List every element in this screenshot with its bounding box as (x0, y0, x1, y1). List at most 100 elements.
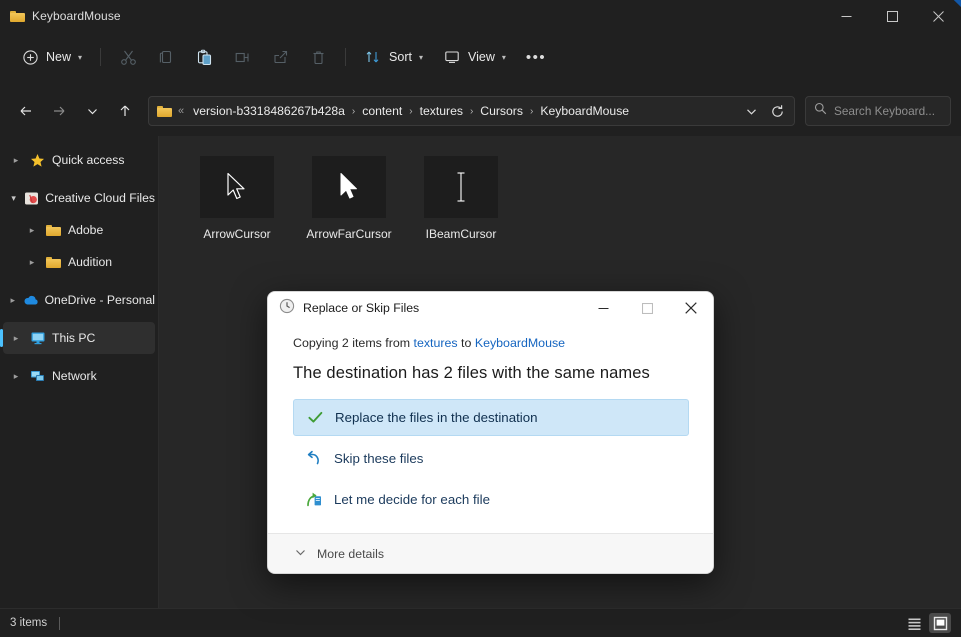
recent-locations-button[interactable] (76, 96, 108, 126)
breadcrumb-item-3[interactable]: Cursors (476, 101, 527, 121)
sidebar-item-this-pc[interactable]: ▸ This PC (0, 322, 155, 354)
ibeam-cursor-icon (457, 172, 465, 202)
status-divider (59, 616, 61, 630)
chevron-right-icon[interactable]: ▸ (9, 295, 17, 306)
close-button[interactable] (915, 0, 961, 32)
cut-button[interactable] (110, 41, 146, 73)
dialog-subtitle: Copying 2 items from textures to Keyboar… (293, 336, 689, 350)
sidebar-item-label: OneDrive - Personal (44, 293, 155, 307)
sidebar-item-creative-cloud-files[interactable]: ▾ Creative Cloud Files (3, 182, 155, 214)
new-button[interactable]: New ▾ (12, 41, 91, 73)
onedrive-cloud-icon (23, 292, 39, 308)
breadcrumb-item-4[interactable]: KeyboardMouse (536, 101, 633, 121)
folder-icon (157, 105, 172, 117)
breadcrumb-separator: › (409, 105, 413, 117)
title-bar-left: KeyboardMouse (0, 9, 121, 23)
command-bar: New ▾ Sort ▾ View ▾ ••• (0, 36, 961, 78)
view-button[interactable]: View ▾ (434, 41, 515, 73)
ellipsis-icon: ••• (525, 48, 547, 66)
sort-arrows-icon (364, 48, 382, 66)
navigation-pane: ▸ Quick access ▾ Creative Cloud Files ▸ … (0, 136, 158, 608)
up-button[interactable] (109, 96, 141, 126)
dialog-title-bar: Replace or Skip Files (268, 292, 713, 324)
source-folder-link[interactable]: textures (414, 336, 458, 350)
dialog-subtitle-prefix: Copying 2 items from (293, 336, 414, 350)
list-view-icon (908, 618, 920, 630)
address-bar[interactable]: « version-b3318486267b428a › content › t… (148, 96, 795, 126)
dialog-close-button[interactable] (669, 293, 713, 324)
refresh-button[interactable] (764, 98, 790, 124)
rename-icon (233, 48, 251, 66)
paste-button[interactable] (186, 41, 222, 73)
chevron-right-icon[interactable]: ▸ (9, 155, 23, 166)
folder-icon (10, 10, 25, 22)
search-icon (814, 102, 827, 120)
replace-or-skip-files-dialog: Replace or Skip Files Copying 2 items fr… (267, 291, 714, 574)
destination-folder-link[interactable]: KeyboardMouse (475, 336, 565, 350)
share-button[interactable] (262, 41, 298, 73)
breadcrumb-item-0[interactable]: version-b3318486267b428a (189, 101, 349, 121)
option-label: Skip these files (334, 451, 424, 466)
delete-button[interactable] (300, 41, 336, 73)
chevron-down-icon[interactable] (294, 546, 307, 562)
sidebar-item-label: Adobe (68, 223, 104, 237)
option-let-me-decide[interactable]: Let me decide for each file (293, 481, 689, 518)
sidebar-item-onedrive-personal[interactable]: ▸ OneDrive - Personal (3, 284, 155, 316)
arrow-cursor-filled-icon (340, 173, 357, 199)
chevron-down-icon[interactable]: ▾ (9, 193, 18, 204)
title-bar: KeyboardMouse (0, 0, 961, 32)
creative-cloud-icon (24, 190, 39, 206)
search-input[interactable]: Search Keyboard... (834, 104, 935, 118)
sort-button[interactable]: Sort ▾ (355, 41, 432, 73)
chevron-right-icon[interactable]: ▸ (25, 257, 39, 268)
minimize-button[interactable] (823, 0, 869, 32)
sidebar-item-network[interactable]: ▸ Network (3, 360, 155, 392)
address-dropdown-button[interactable] (738, 98, 764, 124)
file-thumbnail (312, 156, 386, 218)
option-skip-files[interactable]: Skip these files (293, 440, 689, 477)
dialog-body: Copying 2 items from textures to Keyboar… (268, 324, 713, 518)
breadcrumb-item-2[interactable]: textures (416, 101, 467, 121)
search-box[interactable]: Search Keyboard... (805, 96, 951, 126)
dialog-subtitle-middle: to (457, 336, 475, 350)
sidebar-item-quick-access[interactable]: ▸ Quick access (3, 144, 155, 176)
sidebar-item-audition[interactable]: ▸ Audition (3, 246, 155, 278)
more-details-button[interactable]: More details (317, 547, 384, 561)
rename-button[interactable] (224, 41, 260, 73)
chevron-right-icon[interactable]: ▸ (25, 225, 39, 236)
sidebar-item-label: Audition (68, 255, 113, 269)
network-icon (29, 368, 46, 384)
file-item[interactable]: ArrowCursor (181, 154, 293, 258)
file-item[interactable]: ArrowFarCursor (293, 154, 405, 258)
file-item[interactable]: IBeamCursor (405, 154, 517, 258)
view-button-label: View (467, 50, 495, 64)
item-count-label: 3 items (10, 617, 48, 629)
sidebar-item-label: Quick access (52, 153, 125, 167)
file-name-label: ArrowFarCursor (306, 227, 392, 241)
file-name-label: IBeamCursor (425, 227, 497, 241)
forward-button[interactable] (43, 96, 75, 126)
maximize-button[interactable] (869, 0, 915, 32)
chevron-right-icon[interactable]: ▸ (9, 333, 23, 344)
chevron-right-icon[interactable]: ▸ (9, 371, 23, 382)
scissors-icon (119, 48, 137, 66)
copy-button[interactable] (148, 41, 184, 73)
clock-history-icon (279, 298, 295, 319)
option-label: Let me decide for each file (334, 492, 490, 507)
dialog-maximize-button (625, 293, 669, 324)
list-view-button[interactable] (903, 613, 925, 633)
option-label: Replace the files in the destination (335, 410, 538, 425)
view-toggle-group (903, 613, 951, 633)
status-bar: 3 items (0, 608, 961, 637)
option-replace-files[interactable]: Replace the files in the destination (293, 399, 689, 436)
see-more-button[interactable]: ••• (517, 41, 555, 73)
large-icons-view-button[interactable] (929, 613, 951, 633)
breadcrumb-item-1[interactable]: content (358, 101, 406, 121)
file-grid: ArrowCursor ArrowFarCursor IBeamCursor (159, 136, 961, 258)
file-name-label: ArrowCursor (203, 227, 271, 241)
breadcrumb-overflow-icon[interactable]: « (177, 105, 189, 117)
window-title: KeyboardMouse (32, 9, 121, 23)
sidebar-item-adobe[interactable]: ▸ Adobe (3, 214, 155, 246)
dialog-minimize-button[interactable] (581, 293, 625, 324)
back-button[interactable] (10, 96, 42, 126)
